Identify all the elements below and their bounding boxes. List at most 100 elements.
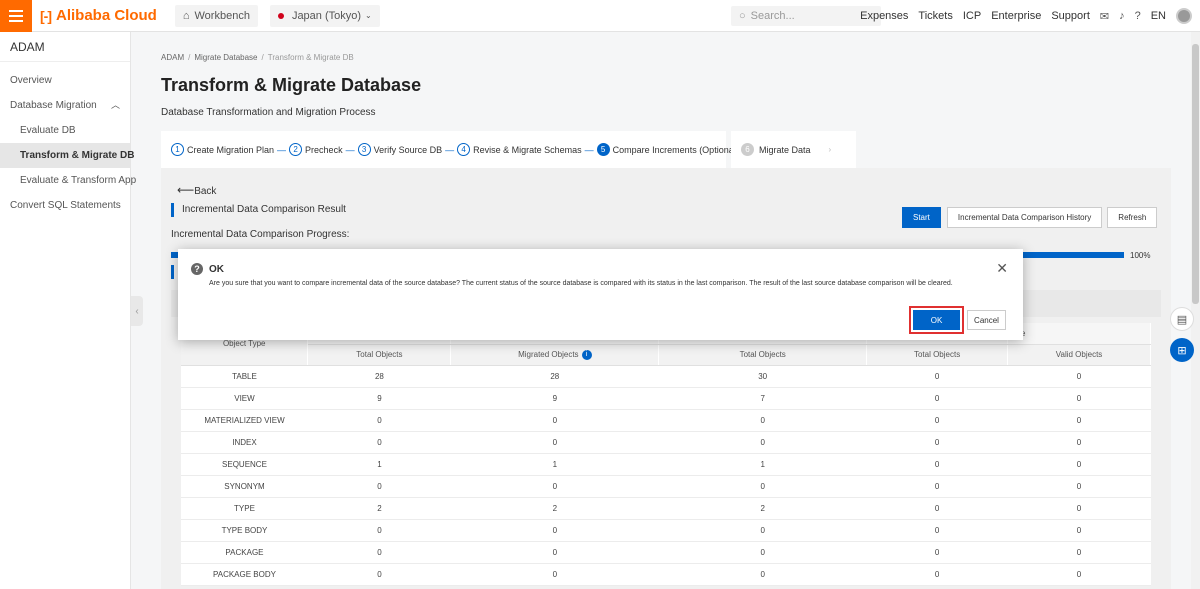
count-cell: 0 bbox=[1007, 409, 1151, 432]
support-link[interactable]: Support bbox=[1051, 10, 1090, 22]
count-cell: 0 bbox=[1007, 365, 1151, 388]
breadcrumb-adam[interactable]: ADAM bbox=[161, 53, 184, 62]
column-group-header-tail: base bbox=[1007, 323, 1151, 345]
sidebar-item-convert-sql[interactable]: Convert SQL Statements bbox=[0, 193, 130, 218]
sidebar-collapse-handle[interactable]: ‹ bbox=[131, 296, 143, 326]
search-placeholder: Search... bbox=[750, 10, 795, 22]
object-type-cell: MATERIALIZED VIEW bbox=[181, 409, 308, 432]
step-revise-migrate[interactable]: 4 Revise & Migrate Schemas — bbox=[457, 143, 597, 156]
count-cell: 0 bbox=[866, 409, 1008, 432]
sidebar-item-transform-migrate-db[interactable]: Transform & Migrate DB bbox=[0, 143, 134, 168]
count-cell: 0 bbox=[1007, 475, 1151, 498]
table-row: SEQUENCE 1 1 1 0 0 bbox=[181, 453, 1151, 476]
table-row: TABLE 28 28 30 0 0 bbox=[181, 365, 1151, 388]
sidebar-item-database-migration[interactable]: Database Migration ︿ bbox=[0, 93, 130, 118]
workbench-button[interactable]: ⌂ Workbench bbox=[174, 4, 258, 27]
step-verify-source[interactable]: 3 Verify Source DB — bbox=[357, 143, 458, 156]
chevron-down-icon: ⌄ bbox=[365, 11, 372, 20]
count-cell: 0 bbox=[307, 431, 451, 454]
table-row: TYPE BODY 0 0 0 0 0 bbox=[181, 519, 1151, 542]
object-type-cell: SYNONYM bbox=[181, 475, 308, 498]
step-connector: — bbox=[345, 144, 355, 155]
tickets-link[interactable]: Tickets bbox=[918, 10, 952, 22]
object-type-cell: TYPE bbox=[181, 497, 308, 520]
object-type-cell: SEQUENCE bbox=[181, 453, 308, 476]
brand-logo[interactable]: [-] Alibaba Cloud bbox=[40, 7, 157, 24]
japan-flag-icon bbox=[277, 12, 284, 19]
count-cell: 0 bbox=[307, 541, 451, 564]
breadcrumb-current: Transform & Migrate DB bbox=[267, 53, 354, 62]
back-link[interactable]: ⟵Back bbox=[177, 183, 216, 197]
step-number: 4 bbox=[457, 143, 471, 156]
help-icon[interactable]: ? bbox=[1135, 10, 1141, 22]
table-row: MATERIALIZED VIEW 0 0 0 0 0 bbox=[181, 409, 1151, 432]
comparison-history-button[interactable]: Incremental Data Comparison History bbox=[946, 207, 1103, 228]
expenses-link[interactable]: Expenses bbox=[860, 10, 908, 22]
cancel-button[interactable]: Cancel bbox=[967, 310, 1006, 330]
table-row: PACKAGE BODY 0 0 0 0 0 bbox=[181, 563, 1151, 586]
avatar[interactable] bbox=[1176, 8, 1192, 24]
info-icon[interactable]: i bbox=[581, 349, 592, 360]
mail-icon[interactable]: ✉ bbox=[1100, 10, 1109, 23]
count-cell: 0 bbox=[1007, 453, 1151, 476]
breadcrumb-migrate-database[interactable]: Migrate Database bbox=[194, 53, 257, 62]
count-cell: 0 bbox=[1007, 541, 1151, 564]
start-button[interactable]: Start bbox=[902, 207, 941, 228]
sidebar-item-evaluate-transform-app[interactable]: Evaluate & Transform App bbox=[0, 168, 136, 193]
count-cell: 0 bbox=[866, 563, 1008, 586]
count-cell: 0 bbox=[658, 541, 867, 564]
brand-name: Alibaba Cloud bbox=[56, 7, 157, 24]
sidebar-item-evaluate-db[interactable]: Evaluate DB bbox=[0, 118, 130, 143]
refresh-button[interactable]: Refresh bbox=[1107, 207, 1158, 228]
step-precheck[interactable]: 2 Precheck — bbox=[289, 143, 358, 156]
language-switch[interactable]: EN bbox=[1151, 10, 1166, 22]
count-cell: 0 bbox=[1007, 519, 1151, 542]
question-icon: ? bbox=[191, 263, 203, 275]
step-label: Create Migration Plan bbox=[187, 144, 275, 155]
progress-label: Incremental Data Comparison Progress: bbox=[171, 229, 350, 240]
alibaba-logo-icon: [-] bbox=[40, 7, 52, 24]
step-number: 1 bbox=[171, 143, 184, 156]
menu-icon[interactable] bbox=[0, 0, 32, 32]
icp-link[interactable]: ICP bbox=[963, 10, 981, 22]
count-cell: 0 bbox=[307, 563, 451, 586]
comparison-table: Object Type base Total Objects Migrated … bbox=[181, 323, 1151, 586]
step-number: 3 bbox=[357, 143, 371, 156]
enterprise-link[interactable]: Enterprise bbox=[991, 10, 1041, 22]
count-cell: 7 bbox=[658, 387, 867, 410]
step-number: 2 bbox=[289, 143, 303, 156]
count-cell: 0 bbox=[866, 519, 1008, 542]
count-cell: 2 bbox=[307, 497, 451, 520]
ok-button[interactable]: OK bbox=[913, 310, 960, 330]
count-cell: 0 bbox=[1007, 431, 1151, 454]
chevron-up-icon: ︿ bbox=[110, 100, 120, 110]
count-cell: 0 bbox=[866, 453, 1008, 476]
step-migrate-data[interactable]: 6 Migrate Data › bbox=[731, 131, 856, 168]
apps-icon[interactable]: ⊞ bbox=[1170, 338, 1194, 362]
table-row: PACKAGE 0 0 0 0 0 bbox=[181, 541, 1151, 564]
search-input[interactable]: ○ Search... bbox=[731, 6, 881, 26]
object-type-cell: INDEX bbox=[181, 431, 308, 454]
chat-icon[interactable]: ▤ bbox=[1170, 307, 1194, 331]
count-cell: 0 bbox=[450, 563, 659, 586]
section-title: Incremental Data Comparison Result bbox=[171, 203, 346, 217]
object-type-cell: TABLE bbox=[181, 365, 308, 388]
count-cell: 28 bbox=[450, 365, 659, 388]
step-number: 6 bbox=[741, 143, 754, 156]
section-marker bbox=[171, 265, 174, 279]
region-selector[interactable]: Japan (Tokyo) ⌄ bbox=[269, 4, 380, 27]
migration-steps: 1 Create Migration Plan — 2 Precheck — 3 Veri… bbox=[161, 131, 739, 168]
bell-icon[interactable]: ♪ bbox=[1119, 10, 1125, 22]
step-label: Revise & Migrate Schemas bbox=[473, 144, 582, 155]
close-icon[interactable]: ✕ bbox=[996, 260, 1008, 277]
sidebar-item-overview[interactable]: Overview bbox=[0, 68, 130, 93]
count-cell: 0 bbox=[658, 519, 867, 542]
object-type-cell: TYPE BODY bbox=[181, 519, 308, 542]
count-cell: 1 bbox=[307, 453, 451, 476]
count-cell: 0 bbox=[866, 475, 1008, 498]
step-compare-increments[interactable]: 5 Compare Increments (Optional) bbox=[596, 143, 739, 156]
column-header-label: Migrated Objects bbox=[518, 349, 579, 359]
scrollbar-thumb[interactable] bbox=[1192, 44, 1199, 304]
column-header-total-objects: Total Objects bbox=[658, 344, 868, 366]
step-create-plan[interactable]: 1 Create Migration Plan — bbox=[171, 143, 289, 156]
